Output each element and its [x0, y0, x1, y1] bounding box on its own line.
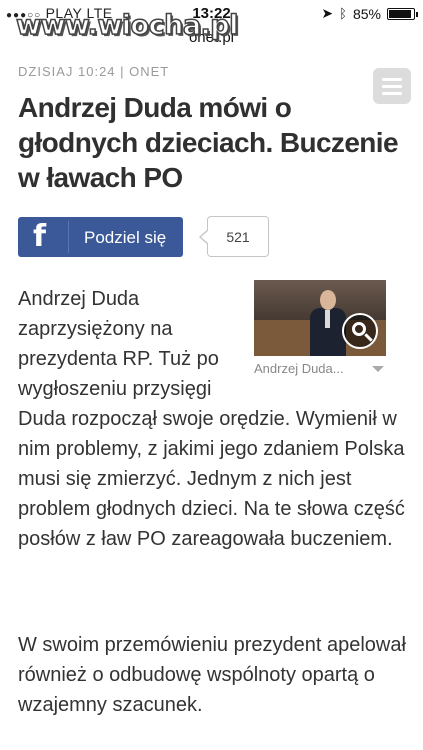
article-headline: Andrzej Duda mówi o głodnych dzieciach. … — [18, 92, 399, 193]
zoom-handle — [364, 333, 373, 342]
page: ●●●○○ PLAY LTE 13:22 ➤ ᛒ 85% onet.pl www… — [0, 0, 423, 750]
image-person-head — [320, 290, 336, 310]
image-person-tie — [325, 310, 330, 328]
battery-icon — [387, 7, 418, 20]
image-caption[interactable]: Andrzej Duda... — [254, 361, 344, 376]
battery-fill — [389, 9, 412, 18]
share-count: 521 — [199, 216, 269, 257]
article-meta: DZISIAJ 10:24 | ONET — [18, 64, 170, 79]
share-divider — [68, 221, 69, 253]
article-paragraph-2: W swoim przemówieniu prezydent apelował … — [18, 634, 406, 716]
zoom-icon[interactable] — [342, 313, 378, 349]
share-label: Podziel się — [84, 228, 167, 247]
location-icon: ➤ — [321, 5, 334, 21]
article-image[interactable] — [254, 280, 386, 356]
facebook-icon: f — [33, 219, 47, 254]
watermark: www.wiocha.pl — [15, 9, 239, 42]
facebook-share-button[interactable]: f Podziel się — [18, 217, 183, 257]
chevron-down-icon[interactable] — [372, 366, 384, 372]
status-right: ➤ ᛒ 85% — [321, 5, 418, 22]
bluetooth-icon: ᛒ — [339, 6, 347, 21]
menu-icon-bar — [382, 85, 402, 88]
menu-icon-bar — [382, 78, 402, 81]
article-paragraph-1-start: Andrzej Duda zaprzysiężony na prezydenta… — [18, 288, 219, 400]
article-paragraph-1-rest: Duda rozpoczął swoje orędzie. Wymienił w… — [18, 408, 405, 550]
battery-percent: 85% — [352, 5, 381, 22]
